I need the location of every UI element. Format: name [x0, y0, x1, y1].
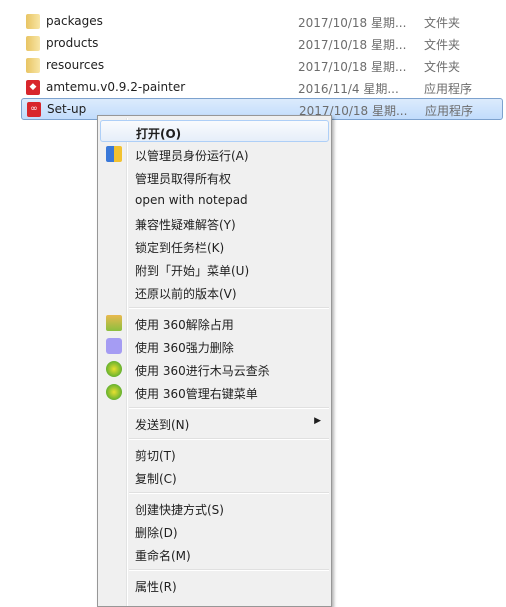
menu-separator: [129, 569, 329, 571]
360-logo-icon: [106, 361, 122, 377]
menu-rename[interactable]: 重命名(M): [100, 543, 329, 565]
menu-360-unlock[interactable]: 使用 360解除占用: [100, 312, 329, 334]
file-row-resources[interactable]: resources 2017/10/18 星期... 文件夹: [21, 55, 503, 76]
uac-shield-icon: [106, 146, 122, 162]
folder-icon: [26, 58, 40, 73]
menu-copy[interactable]: 复制(C): [100, 466, 329, 488]
file-row-packages[interactable]: packages 2017/10/18 星期... 文件夹: [21, 11, 503, 32]
menu-create-shortcut[interactable]: 创建快捷方式(S): [100, 497, 329, 519]
menu-open-notepad[interactable]: open with notepad: [100, 189, 329, 211]
submenu-arrow-icon: ▶: [314, 416, 321, 426]
menu-360-delete[interactable]: 使用 360强力删除: [100, 335, 329, 357]
360-logo-icon: [106, 384, 122, 400]
menu-pin-start[interactable]: 附到「开始」菜单(U): [100, 258, 329, 280]
menu-properties[interactable]: 属性(R): [100, 574, 329, 596]
context-menu: 打开(O) 以管理员身份运行(A) 管理员取得所有权 open with not…: [97, 115, 332, 607]
menu-separator: [129, 492, 329, 494]
folder-icon: [26, 36, 40, 51]
360-unlock-icon: [106, 315, 122, 331]
menu-separator: [129, 407, 329, 409]
menu-pin-taskbar[interactable]: 锁定到任务栏(K): [100, 235, 329, 257]
menu-separator: [129, 307, 329, 309]
menu-send-to[interactable]: 发送到(N) ▶: [100, 412, 329, 434]
menu-360-scan[interactable]: 使用 360进行木马云查杀: [100, 358, 329, 380]
menu-open[interactable]: 打开(O): [100, 120, 329, 142]
amtemu-app-icon: ◆: [26, 80, 40, 95]
360-shredder-icon: [106, 338, 122, 354]
folder-icon: [26, 14, 40, 29]
menu-360-manage[interactable]: 使用 360管理右键菜单: [100, 381, 329, 403]
menu-cut[interactable]: 剪切(T): [100, 443, 329, 465]
menu-delete[interactable]: 删除(D): [100, 520, 329, 542]
menu-run-as-admin[interactable]: 以管理员身份运行(A): [100, 143, 329, 165]
file-row-amtemu[interactable]: ◆ amtemu.v0.9.2-painter 2016/11/4 星期... 应用程…: [21, 77, 503, 98]
menu-compat[interactable]: 兼容性疑难解答(Y): [100, 212, 329, 234]
file-row-products[interactable]: products 2017/10/18 星期... 文件夹: [21, 33, 503, 54]
menu-separator: [129, 438, 329, 440]
adobe-cc-app-icon: ∞: [27, 102, 41, 117]
menu-restore[interactable]: 还原以前的版本(V): [100, 281, 329, 303]
menu-take-ownership[interactable]: 管理员取得所有权: [100, 166, 329, 188]
